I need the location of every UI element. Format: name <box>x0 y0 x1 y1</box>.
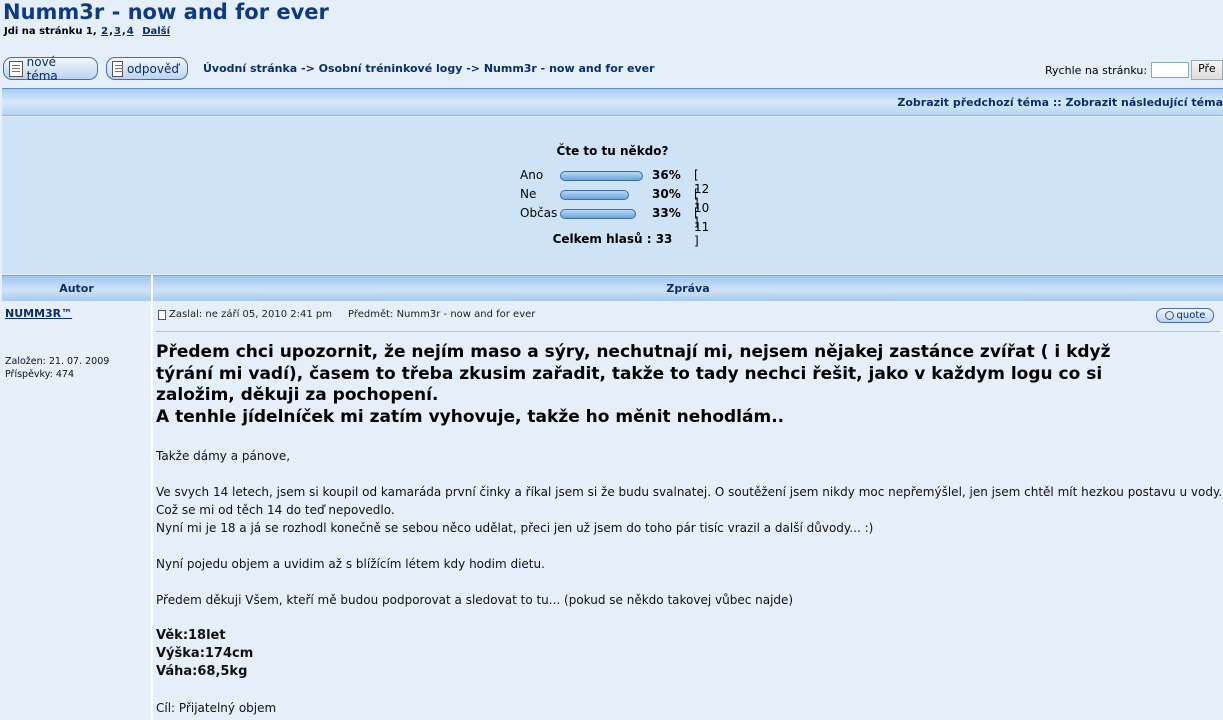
column-header-author: Autor <box>2 275 151 301</box>
poll-option-bar <box>560 209 636 219</box>
post-divider <box>156 331 1220 332</box>
post-intro-line: A tenhle jídelníček mi zatím vyhovuje, t… <box>156 406 785 427</box>
post-weight: Váha:68,5kg <box>156 664 248 679</box>
poll-option-bar <box>560 171 643 181</box>
reply-icon <box>112 60 123 77</box>
new-topic-icon <box>9 60 23 77</box>
reply-button[interactable]: odpověď <box>106 57 188 80</box>
post-paragraph: Nyní pojedu objem a uvidim až s blížícím… <box>156 557 545 571</box>
post-paragraph: Nyní mi je 18 a já se rozhodl konečně se… <box>156 521 874 535</box>
breadcrumb[interactable]: Úvodní stránka -> Osobní tréninkové logy… <box>203 62 655 75</box>
author-joined: Založen: 21. 07. 2009 <box>5 356 110 367</box>
page-link-3[interactable]: 3 <box>114 26 121 37</box>
poll-total: Celkem hlasů : 33 <box>552 232 673 246</box>
poll-option-percent: 36% <box>652 168 681 182</box>
reply-label: odpověď <box>126 61 179 76</box>
post-intro-line: týrání mi vadí), časem to třeba zkusim z… <box>156 363 1103 384</box>
post-paragraph: Ve svych 14 letech, jsem si koupil od ka… <box>156 485 1223 499</box>
poll-option-label: Ano <box>520 168 544 182</box>
post-date: Zaslal: ne září 05, 2010 2:41 pm <box>169 309 332 320</box>
poll-option-percent: 30% <box>652 187 681 201</box>
new-topic-label: nové téma <box>26 54 58 83</box>
poll-option-percent: 33% <box>652 206 681 220</box>
post-subject: Předmět: Numm3r - now and for ever <box>347 309 536 320</box>
quote-button[interactable]: quote <box>1156 308 1214 323</box>
page-link-4[interactable]: 4 <box>127 26 134 37</box>
prev-next-topic-links[interactable]: Zobrazit předchozí téma :: Zobrazit násl… <box>897 96 1223 109</box>
poll-option-label: Ne <box>520 187 537 201</box>
poll-option-bar <box>560 190 629 200</box>
quote-label: quote <box>1176 310 1206 321</box>
poll: Čte to tu někdo? Ano 36% [ 12 ] Ne 30% [… <box>2 117 1223 274</box>
quote-icon <box>1164 311 1174 320</box>
post-goal: Cíl: Přijatelný objem <box>156 701 277 715</box>
page-link-2[interactable]: 2 <box>101 26 108 37</box>
post-height: Výška:174cm <box>156 646 254 661</box>
author-posts: Příspěvky: 474 <box>5 369 75 380</box>
post-paragraph: Což se mi od těch 14 do teď nepovedlo. <box>156 503 395 517</box>
pagination: Jdi na stránku 1, 2,3,4 Další <box>4 26 171 37</box>
topic-nav-bar: Zobrazit předchozí téma :: Zobrazit násl… <box>2 88 1223 116</box>
post-icon <box>158 309 166 320</box>
column-header-message: Zpráva <box>153 275 1223 301</box>
poll-question: Čte to tu někdo? <box>556 144 669 158</box>
post-author[interactable]: NUMM3R™ <box>5 307 72 320</box>
quick-jump: Rychle na stránku: Pře <box>1045 60 1223 80</box>
post-intro: Předem chci upozornit, že nejím maso a s… <box>156 342 1216 428</box>
poll-option-label: Občas <box>520 206 558 220</box>
post-meta: Zaslal: ne září 05, 2010 2:41 pm Předmět… <box>158 309 535 320</box>
new-topic-button[interactable]: nové téma <box>3 54 98 83</box>
quick-jump-button[interactable]: Pře <box>1191 60 1223 80</box>
quick-jump-label: Rychle na stránku: <box>1045 63 1148 77</box>
post-greeting: Takže dámy a pánove, <box>156 449 291 463</box>
quick-jump-input[interactable] <box>1151 62 1190 78</box>
author-info: Založen: 21. 07. 2009 Příspěvky: 474 <box>5 355 109 381</box>
post-paragraph: Předem děkuji Všem, kteří mě budou podpo… <box>156 593 794 607</box>
post-age: Věk:18let <box>156 628 226 643</box>
next-page-link[interactable]: Další <box>142 26 170 37</box>
post-intro-line: Předem chci upozornit, že nejím maso a s… <box>156 342 1111 362</box>
pagination-label: Jdi na stránku 1, <box>4 26 97 37</box>
topic-title[interactable]: Numm3r - now and for ever <box>3 0 329 24</box>
post-intro-line: založim, děkuji za pochopení. <box>156 385 439 405</box>
